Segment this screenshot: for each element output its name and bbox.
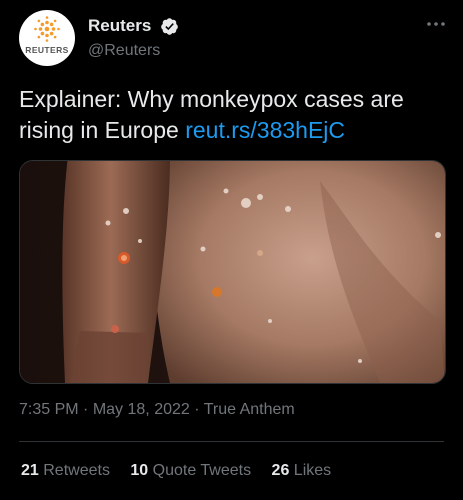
- retweets-count: 21: [21, 462, 39, 479]
- likes-stat[interactable]: 26 Likes: [272, 462, 332, 480]
- likes-count: 26: [271, 462, 290, 479]
- divider: [19, 441, 444, 442]
- quote-tweets-label: Quote Tweets: [152, 462, 252, 479]
- media-photo: [20, 161, 445, 383]
- tweet-link[interactable]: reut.rs/383hEjC: [185, 117, 345, 143]
- tweet-time[interactable]: 7:35 PM: [19, 401, 79, 418]
- display-name[interactable]: Reuters: [88, 16, 151, 36]
- meta-separator: ·: [83, 401, 89, 418]
- reuters-logo-icon: [34, 16, 60, 42]
- tweet-media-image[interactable]: [19, 160, 446, 384]
- retweets-label: Retweets: [43, 462, 110, 479]
- tweet-date[interactable]: May 18, 2022: [93, 401, 190, 418]
- tweet-source[interactable]: True Anthem: [204, 401, 295, 418]
- verified-badge-icon: [160, 17, 178, 35]
- tweet-text: Explainer: Why monkeypox cases are risin…: [19, 84, 449, 146]
- quote-tweets-stat[interactable]: 10 Quote Tweets: [130, 462, 251, 480]
- handle[interactable]: @Reuters: [88, 42, 179, 60]
- retweets-stat[interactable]: 21 Retweets: [21, 462, 110, 480]
- tweet-meta: 7:35 PM · May 18, 2022 · True Anthem: [19, 401, 295, 419]
- account-names: Reuters @Reuters: [88, 16, 179, 60]
- avatar-brand-text: REUTERS: [25, 45, 69, 55]
- quote-tweets-count: 10: [130, 462, 149, 479]
- avatar[interactable]: REUTERS: [19, 10, 75, 66]
- tweet-header: REUTERS Reuters @Reuters: [19, 10, 449, 70]
- likes-label: Likes: [293, 462, 332, 479]
- tweet-stats: 21 Retweets 10 Quote Tweets 26 Likes: [21, 462, 347, 480]
- more-options-icon[interactable]: [425, 14, 447, 34]
- meta-separator: ·: [194, 401, 200, 418]
